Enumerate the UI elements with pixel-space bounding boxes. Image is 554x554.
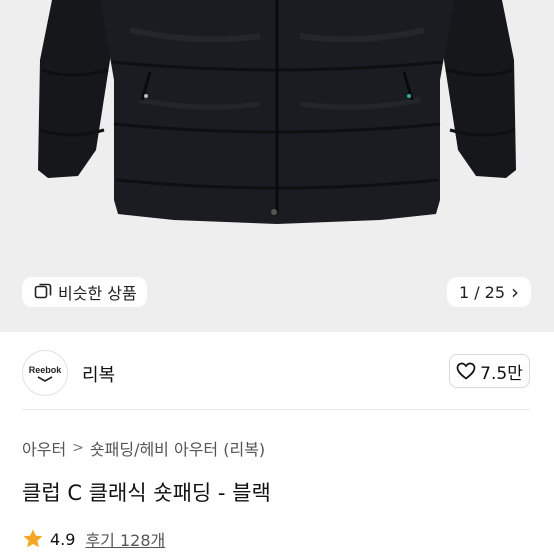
image-counter: 1 / 25 (458, 282, 506, 302)
rating-score: 4.9 (50, 529, 76, 549)
heart-icon (456, 362, 476, 380)
divider (22, 409, 530, 410)
breadcrumb: 아우터 > 숏패딩/헤비 아우터 (리복) (22, 436, 265, 460)
star-icon (23, 529, 43, 548)
image-counter-button[interactable]: 1 / 25 › (447, 277, 531, 307)
chevron-right-icon: > (72, 440, 84, 456)
similar-products-label: 비슷한 상품 (58, 284, 137, 303)
similar-items-icon (34, 283, 52, 299)
product-image-carousel[interactable]: 비슷한 상품 1 / 25 › (0, 0, 554, 332)
brand-logo-text: Reebok (28, 364, 62, 375)
like-button[interactable]: 7.5만 (449, 354, 530, 388)
brand-logo[interactable]: Reebok (22, 350, 68, 396)
chevron-right-icon: › (511, 280, 520, 304)
rating-summary: 4.9 후기 128개 (22, 527, 165, 551)
like-count: 7.5만 (480, 363, 523, 384)
similar-products-button[interactable]: 비슷한 상품 (22, 277, 147, 307)
reviews-link[interactable]: 후기 128개 (85, 527, 165, 551)
breadcrumb-root[interactable]: 아우터 (22, 436, 66, 460)
brand-name[interactable]: 리복 (82, 361, 115, 387)
reebok-delta-icon (37, 375, 53, 382)
product-title: 클럽 C 클래식 숏패딩 - 블랙 (22, 481, 271, 505)
breadcrumb-category[interactable]: 숏패딩/헤비 아우터 (리복) (90, 436, 265, 460)
